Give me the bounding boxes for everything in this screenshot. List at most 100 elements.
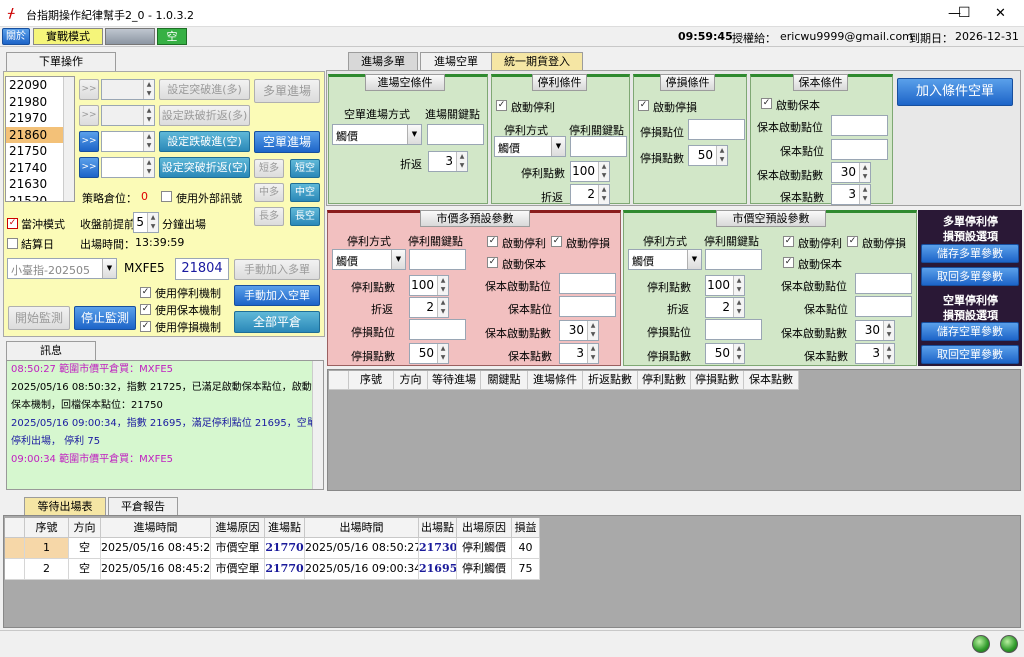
save-long-button[interactable]: 儲存多單參數 bbox=[921, 244, 1019, 263]
report-header-cell[interactable]: 出場點 bbox=[419, 518, 457, 538]
report-cell[interactable]: 21695 bbox=[419, 559, 457, 580]
entry-method-select[interactable]: 觸價 ▼ bbox=[332, 124, 422, 145]
close-all-button[interactable]: 全部平倉 bbox=[234, 311, 320, 333]
preset-tp-key-input[interactable] bbox=[409, 249, 466, 270]
price-list-item[interactable]: 21980 bbox=[6, 94, 63, 111]
tab-order[interactable]: 下單操作 bbox=[6, 52, 116, 71]
be-trigger-pts-spinner[interactable]: 30 ▲ ▼ bbox=[831, 162, 871, 183]
preset-tp-points-spinner[interactable]: 100 ▲ ▼ bbox=[409, 275, 449, 296]
long-entry-button[interactable]: 多單進場 bbox=[254, 79, 320, 103]
price-spinner[interactable]: ▲ ▼ bbox=[101, 131, 155, 152]
use-sl-checkbox[interactable]: ✓ bbox=[140, 321, 151, 332]
short-entry-button[interactable]: 空單進場 bbox=[254, 131, 320, 153]
price-list-item[interactable]: 21970 bbox=[6, 110, 63, 127]
tp-enable-checkbox[interactable]: ✓ bbox=[496, 100, 507, 111]
report-header-cell[interactable]: 損益 bbox=[512, 518, 540, 538]
be-price-input[interactable] bbox=[831, 139, 888, 160]
account-select[interactable]: 小臺指-202505 ▼ bbox=[7, 258, 117, 279]
tp-points-spinner[interactable]: 100 ▲ ▼ bbox=[570, 161, 610, 182]
report-cell[interactable]: 21770 bbox=[265, 559, 305, 580]
price-list-item[interactable]: 21750 bbox=[6, 143, 63, 160]
report-cell[interactable]: 40 bbox=[512, 538, 540, 559]
report-header-cell[interactable]: 序號 bbox=[25, 518, 69, 538]
pullback-spinner[interactable]: 3 ▲ ▼ bbox=[428, 151, 468, 172]
ext-signal-checkbox[interactable] bbox=[161, 191, 172, 202]
report-header-cell[interactable]: 進場原因 bbox=[211, 518, 265, 538]
settle-day-checkbox[interactable] bbox=[7, 238, 18, 249]
report-header-cell[interactable]: 進場時間 bbox=[101, 518, 211, 538]
use-tp-checkbox[interactable]: ✓ bbox=[140, 287, 151, 298]
tab-report-1[interactable]: 平倉報告 bbox=[108, 497, 178, 515]
preset-be-trigger-pts-spinner[interactable]: 30 ▲ ▼ bbox=[559, 320, 599, 341]
report-header-cell[interactable]: 進場點 bbox=[265, 518, 305, 538]
report-header-cell[interactable]: 出場原因 bbox=[457, 518, 512, 538]
report-cell[interactable]: 2025/05/16 08:45:29 bbox=[101, 559, 211, 580]
sl-enable-checkbox[interactable]: ✓ bbox=[638, 100, 649, 111]
arrow-button[interactable]: >> bbox=[79, 157, 99, 178]
report-cell[interactable]: 停利觸價 bbox=[457, 559, 512, 580]
preset-pullback-spinner[interactable]: 2 ▲ ▼ bbox=[409, 297, 449, 318]
pending-header-cell[interactable]: 折返點數 bbox=[583, 371, 638, 390]
start-monitor-button[interactable]: 開始監測 bbox=[8, 306, 70, 330]
tp-method-select[interactable]: 觸價 ▼ bbox=[494, 136, 566, 157]
load-long-button[interactable]: 取回多單參數 bbox=[921, 267, 1019, 286]
preset-tp-method-select[interactable]: 觸價 ▼ bbox=[628, 249, 702, 270]
preset-sl-price-input[interactable] bbox=[705, 319, 762, 340]
set-condition-button[interactable]: 設定跌破折返(多) bbox=[159, 105, 250, 126]
pending-header-cell[interactable]: 停損點數 bbox=[691, 371, 744, 390]
preset-be-price-input[interactable] bbox=[855, 296, 912, 317]
report-cell[interactable]: 停利觸價 bbox=[457, 538, 512, 559]
preset-be-trigger-pts-spinner[interactable]: 30 ▲ ▼ bbox=[855, 320, 895, 341]
sl-price-input[interactable] bbox=[688, 119, 745, 140]
tab-cond-0[interactable]: 進場多單 bbox=[348, 52, 418, 70]
load-short-button[interactable]: 取回空單參數 bbox=[921, 345, 1019, 364]
short-long-button[interactable]: 短多 bbox=[254, 159, 284, 178]
report-cell[interactable]: 空 bbox=[69, 538, 101, 559]
set-condition-button[interactable]: 設定突破折返(空) bbox=[159, 157, 250, 178]
price-list-item[interactable]: 21860 bbox=[6, 126, 63, 143]
tab-messages[interactable]: 訊息 bbox=[6, 341, 96, 360]
preset-be-points-spinner[interactable]: 3 ▲ ▼ bbox=[559, 343, 599, 364]
price-list-scrollbar[interactable] bbox=[63, 77, 74, 201]
be-points-spinner[interactable]: 3 ▲ ▼ bbox=[831, 184, 871, 205]
preset-be-trigger-input[interactable] bbox=[559, 273, 616, 294]
preset-be-points-spinner[interactable]: 3 ▲ ▼ bbox=[855, 343, 895, 364]
set-condition-button[interactable]: 設定跌破進(空) bbox=[159, 131, 250, 152]
mid-short-button[interactable]: 中空 bbox=[290, 183, 320, 202]
arrow-button[interactable]: >> bbox=[79, 131, 99, 152]
preset-en-tp-checkbox[interactable]: ✓ bbox=[487, 236, 498, 247]
hedge-mode-checkbox[interactable]: ✓ bbox=[7, 218, 18, 229]
be-enable-checkbox[interactable]: ✓ bbox=[761, 98, 772, 109]
arrow-button[interactable]: >> bbox=[79, 79, 99, 100]
report-cell[interactable]: 21770 bbox=[265, 538, 305, 559]
manual-short-button[interactable]: 手動加入空單 bbox=[234, 285, 320, 306]
pending-header-cell[interactable]: 方向 bbox=[394, 371, 428, 390]
mode-badge[interactable]: 實戰模式 bbox=[33, 28, 103, 45]
preset-en-be-checkbox[interactable]: ✓ bbox=[783, 257, 794, 268]
preset-pullback-spinner[interactable]: 2 ▲ ▼ bbox=[705, 297, 745, 318]
preset-sl-points-spinner[interactable]: 50 ▲ ▼ bbox=[705, 343, 745, 364]
manual-long-button[interactable]: 手動加入多單 bbox=[234, 259, 320, 280]
close-button[interactable]: ✕ bbox=[978, 0, 1023, 27]
be-trigger-input[interactable] bbox=[831, 115, 888, 136]
long-long-button[interactable]: 長多 bbox=[254, 207, 284, 226]
set-condition-button[interactable]: 設定突破進(多) bbox=[159, 79, 250, 100]
report-cell[interactable]: 市價空單 bbox=[211, 538, 265, 559]
price-spinner[interactable]: ▲ ▼ bbox=[101, 79, 155, 100]
pending-header-cell[interactable]: 停利點數 bbox=[638, 371, 691, 390]
pending-header-cell[interactable]: 序號 bbox=[349, 371, 394, 390]
sl-points-spinner[interactable]: 50 ▲ ▼ bbox=[688, 145, 728, 166]
report-cell[interactable]: 75 bbox=[512, 559, 540, 580]
pending-header-cell[interactable]: 進場條件 bbox=[528, 371, 583, 390]
pending-header-cell[interactable]: 等待進場 bbox=[428, 371, 481, 390]
before-close-spinner[interactable]: 5 ▲ ▼ bbox=[133, 212, 159, 233]
pending-header-cell[interactable]: 關鍵點 bbox=[481, 371, 528, 390]
report-header-cell[interactable]: 出場時間 bbox=[305, 518, 419, 538]
stop-monitor-button[interactable]: 停止監測 bbox=[74, 306, 136, 330]
preset-en-tp-checkbox[interactable]: ✓ bbox=[783, 236, 794, 247]
price-spinner[interactable]: ▲ ▼ bbox=[101, 157, 155, 178]
use-be-checkbox[interactable]: ✓ bbox=[140, 304, 151, 315]
price-list-item[interactable]: 22090 bbox=[6, 77, 63, 94]
mid-long-button[interactable]: 中多 bbox=[254, 183, 284, 202]
entry-key-input[interactable] bbox=[427, 124, 484, 145]
